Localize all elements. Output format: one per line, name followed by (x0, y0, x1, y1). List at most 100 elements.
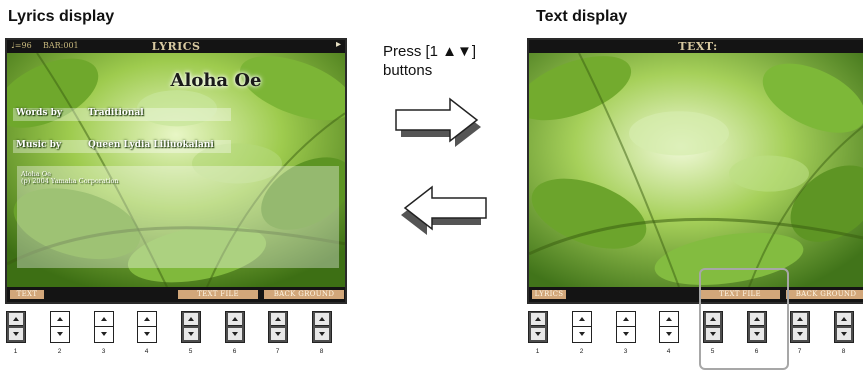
down-button[interactable] (315, 328, 329, 340)
words-label: Words by (16, 108, 63, 118)
up-down-button (268, 311, 288, 343)
music-value: Queen Lydia Liliuokalani (88, 140, 214, 150)
triangle-down-icon (319, 332, 325, 336)
button-number-label: 7 (275, 348, 280, 355)
down-button[interactable] (617, 327, 635, 341)
triangle-up-icon (232, 317, 238, 321)
triangle-down-icon (579, 332, 585, 336)
triangle-up-icon (841, 317, 847, 321)
hardware-button-3: 3 (616, 311, 636, 355)
up-down-button (50, 311, 70, 343)
softkey-text-file[interactable]: TEXT FILE (178, 290, 258, 299)
hardware-button-7: 7 (268, 311, 288, 355)
up-down-button (181, 311, 201, 343)
up-button[interactable] (837, 313, 851, 326)
triangle-up-icon (797, 317, 803, 321)
triangle-up-icon (623, 317, 629, 321)
up-down-button (790, 311, 810, 343)
hardware-button-7: 7 (790, 311, 810, 355)
softkey-text[interactable]: TEXT (10, 290, 44, 299)
right-hardware-button-row: 12345678 (528, 311, 863, 361)
up-down-button (137, 311, 157, 343)
button-number-label: 8 (319, 348, 324, 355)
down-button[interactable] (837, 328, 851, 340)
down-button[interactable] (138, 327, 156, 341)
down-button[interactable] (573, 327, 591, 341)
button-number-label: 3 (623, 348, 628, 355)
hardware-button-1: 1 (528, 311, 548, 355)
hardware-button-4: 4 (659, 311, 679, 355)
down-button[interactable] (95, 327, 113, 341)
up-button[interactable] (315, 313, 329, 326)
triangle-down-icon (535, 332, 541, 336)
up-button[interactable] (531, 313, 545, 326)
up-down-button (312, 311, 332, 343)
down-button[interactable] (228, 328, 242, 340)
button-number-label: 5 (188, 348, 193, 355)
triangle-down-icon (232, 332, 238, 336)
triangle-down-icon (275, 332, 281, 336)
triangle-up-icon (319, 317, 325, 321)
down-button[interactable] (271, 328, 285, 340)
music-credit-row: Music by Queen Lydia Liliuokalani (13, 140, 231, 153)
triangle-up-icon (144, 317, 150, 321)
triangle-down-icon (666, 332, 672, 336)
text-softkey-bar: LYRICS TEXT FILE BACK GROUND (529, 287, 863, 302)
softkey-background[interactable]: BACK GROUND (264, 290, 344, 299)
page-arrow-icon[interactable]: ▸ (336, 40, 341, 50)
triangle-up-icon (13, 317, 19, 321)
triangle-down-icon (623, 332, 629, 336)
up-button[interactable] (660, 312, 678, 327)
text-screen: TEXT: LYRICS TEXT FILE BACK GROUND (527, 38, 863, 304)
up-button[interactable] (138, 312, 156, 327)
press-instruction-line1: Press [1 ▲▼] (383, 43, 477, 60)
lyrics-screen: ♩=96 BAR:001 LYRICS ▸ Aloha Oe Words by … (5, 38, 347, 304)
copyright-line-2: (p) 2004 Yamaha Corporation (21, 177, 119, 185)
down-button[interactable] (531, 328, 545, 340)
up-button[interactable] (95, 312, 113, 327)
triangle-up-icon (188, 317, 194, 321)
up-button[interactable] (793, 313, 807, 326)
triangle-up-icon (101, 317, 107, 321)
triangle-down-icon (144, 332, 150, 336)
up-button[interactable] (9, 313, 23, 326)
hardware-button-8: 8 (312, 311, 332, 355)
softkey-lyrics[interactable]: LYRICS (532, 290, 566, 299)
up-button[interactable] (573, 312, 591, 327)
up-button[interactable] (228, 313, 242, 326)
down-button[interactable] (51, 327, 69, 341)
triangle-down-icon (797, 332, 803, 336)
lyrics-display-heading: Lyrics display (8, 8, 115, 25)
up-down-button (616, 311, 636, 343)
up-button[interactable] (184, 313, 198, 326)
down-button[interactable] (9, 328, 23, 340)
triangle-down-icon (13, 332, 19, 336)
triangle-up-icon (275, 317, 281, 321)
button-number-label: 1 (535, 348, 540, 355)
press-instruction-line2: buttons (383, 62, 433, 79)
up-down-button (659, 311, 679, 343)
down-button[interactable] (184, 328, 198, 340)
hardware-button-6: 6 (225, 311, 245, 355)
text-file-buttons-highlight (699, 268, 789, 370)
triangle-up-icon (579, 317, 585, 321)
up-button[interactable] (617, 312, 635, 327)
lyrics-softkey-bar: TEXT TEXT FILE BACK GROUND (7, 287, 345, 302)
up-button[interactable] (271, 313, 285, 326)
text-display-heading: Text display (536, 8, 628, 25)
down-button[interactable] (660, 327, 678, 341)
arrow-right-icon (395, 97, 481, 147)
screen-title: LYRICS (151, 40, 201, 53)
up-down-button (225, 311, 245, 343)
button-number-label: 4 (666, 348, 671, 355)
button-number-label: 4 (144, 348, 149, 355)
up-button[interactable] (51, 312, 69, 327)
button-number-label: 1 (13, 348, 18, 355)
text-screen-title: TEXT: (678, 40, 718, 53)
up-down-button (528, 311, 548, 343)
hardware-button-1: 1 (6, 311, 26, 355)
softkey-background[interactable]: BACK GROUND (786, 290, 863, 299)
button-number-label: 2 (579, 348, 584, 355)
text-screen-header: TEXT: (529, 40, 863, 53)
down-button[interactable] (793, 328, 807, 340)
